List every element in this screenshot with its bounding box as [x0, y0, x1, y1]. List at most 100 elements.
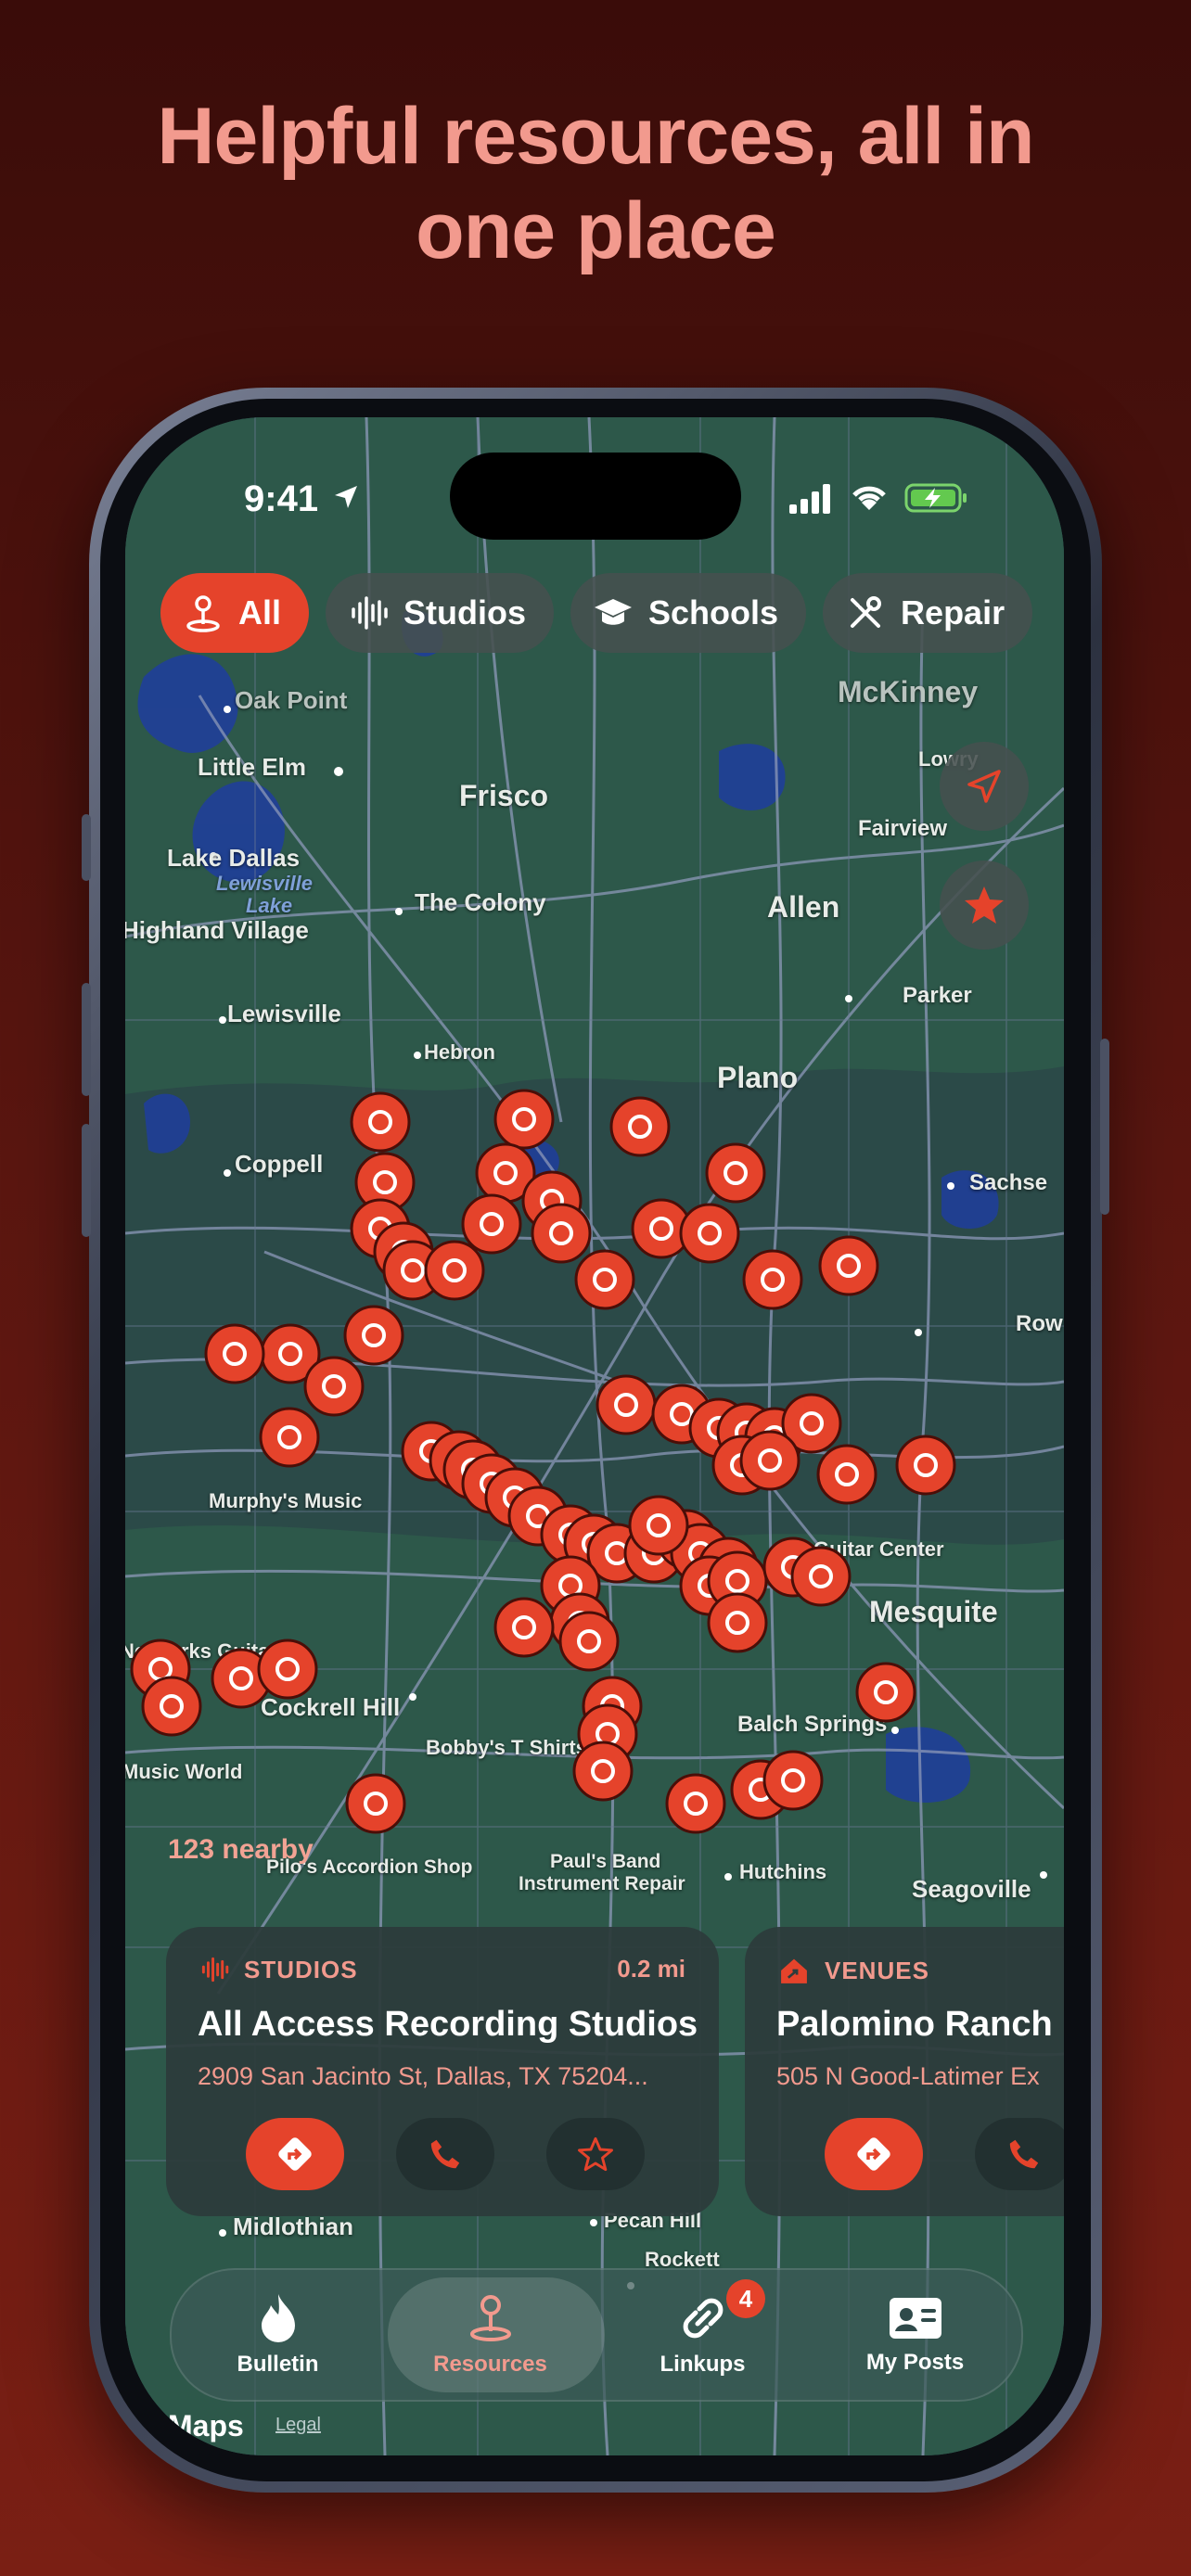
map-place-label: Coppell	[235, 1150, 324, 1178]
card-title: All Access Recording Studios	[198, 2005, 698, 2044]
map-place-label: Guitar Center	[813, 1537, 944, 1561]
tab-resources[interactable]: Resources	[384, 2270, 605, 2400]
link-icon	[683, 2298, 723, 2339]
tab-my-posts[interactable]: My Posts	[809, 2270, 1021, 2400]
map-place-label: Allen	[767, 890, 840, 924]
map-place-label: Bobby's T Shirts	[426, 1736, 587, 1759]
map-place-label: Paul's Band	[550, 1851, 661, 1872]
map-place-label: Mesquite	[869, 1595, 998, 1628]
flame-icon	[261, 2294, 295, 2342]
map-place-label: Little Elm	[198, 753, 307, 781]
filter-chip-label: All	[238, 593, 282, 631]
map-place-label: Lewisville	[227, 1000, 341, 1027]
map-place-label: Oak Point	[235, 686, 348, 714]
map-place-label: Hebron	[424, 1040, 495, 1064]
resource-card[interactable]: STUDIOS 0.2 mi All Access Recording Stud…	[166, 1927, 719, 2216]
favorites-button[interactable]	[940, 861, 1029, 950]
map-place-label: Seagoville	[912, 1875, 1031, 1903]
headline-line-2: one place	[416, 186, 776, 275]
tab-label: Bulletin	[237, 2352, 319, 2377]
tab-linkups[interactable]: Linkups 4	[596, 2270, 809, 2400]
directions-icon	[857, 2137, 890, 2171]
map-place-label: Hutchins	[739, 1860, 827, 1883]
map-place-label: McKinney	[838, 675, 979, 708]
tab-label: Linkups	[660, 2352, 746, 2377]
tab-bar: Bulletin Resources Linkups 4 My Posts	[170, 2268, 1023, 2402]
card-address: 505 N Good-Latimer Ex	[776, 2062, 1040, 2090]
card-address: 2909 San Jacinto St, Dallas, TX 75204...	[198, 2062, 648, 2090]
notification-badge: 4	[726, 2279, 765, 2318]
map-water-label: Lake	[246, 894, 293, 917]
filter-chip-label: Studios	[403, 593, 527, 631]
tab-label: My Posts	[865, 2350, 965, 2375]
favorite-button[interactable]	[546, 2118, 645, 2190]
filter-chip-label: Repair	[901, 593, 1005, 631]
battery-charging-icon	[904, 483, 967, 513]
phone-screen: Oak Point McKinney Little Elm Lowry Fris…	[125, 417, 1064, 2455]
filter-chip-label: Schools	[648, 593, 779, 631]
directions-button[interactable]	[246, 2118, 344, 2190]
recenter-location-button[interactable]	[940, 742, 1029, 831]
map-place-label: Networks Guitar	[125, 1639, 277, 1663]
phone-icon	[430, 2139, 460, 2169]
filter-chip-studios[interactable]: Studios	[326, 573, 555, 653]
filter-chip-bar: All Studios Schools Repair	[160, 573, 1033, 653]
card-distance: 0.2 mi	[617, 1955, 685, 1983]
wifi-icon	[852, 486, 886, 510]
map-place-label: Midlothian	[233, 2213, 353, 2240]
map-place-label: Parker	[903, 983, 972, 1008]
map-place-label: Murphy's Music	[209, 1489, 363, 1512]
phone-icon	[1009, 2139, 1039, 2169]
graduation-cap-icon	[595, 599, 633, 625]
map-place-label: The Colony	[415, 888, 546, 916]
tab-bulletin[interactable]: Bulletin	[172, 2270, 384, 2400]
directions-button[interactable]	[825, 2118, 923, 2190]
signal-icon	[789, 484, 830, 514]
id-card-icon	[889, 2298, 941, 2339]
headline: Helpful resources, all in one place	[0, 89, 1191, 278]
power-button	[1100, 1039, 1109, 1215]
card-actions	[246, 2118, 645, 2190]
map-water-label: Lewisville	[216, 872, 313, 895]
card-title: Palomino Ranch	[776, 2005, 1053, 2044]
card-category: VENUES	[778, 1955, 929, 1986]
filter-chip-schools[interactable]: Schools	[570, 573, 807, 653]
call-button[interactable]	[975, 2118, 1064, 2190]
map-place-label: Instrument Repair	[519, 1873, 685, 1894]
map-place-label: Highland Village	[125, 916, 309, 944]
waveform-icon	[352, 596, 388, 630]
star-icon	[965, 886, 1004, 924]
wrench-screwdriver-icon	[851, 596, 882, 628]
status-time: 9:41	[244, 478, 319, 519]
map-place-label: Plano	[717, 1061, 799, 1094]
pin-icon	[469, 2295, 511, 2341]
call-button[interactable]	[396, 2118, 494, 2190]
card-category-label: VENUES	[825, 1956, 929, 1984]
resource-card[interactable]: VENUES Palomino Ranch 505 N Good-Latimer…	[745, 1927, 1064, 2216]
card-actions	[825, 2118, 1064, 2190]
pin-icon	[186, 595, 220, 632]
filter-chip-repair[interactable]: Repair	[823, 573, 1033, 653]
action-button	[82, 814, 91, 881]
legal-link[interactable]: Legal	[275, 2415, 321, 2436]
map-place-label: Lake Dallas	[167, 844, 301, 872]
star-outline-icon	[578, 2136, 613, 2172]
map-place-label: Music World	[125, 1760, 243, 1783]
map-place-label: Row	[1016, 1311, 1063, 1336]
filter-chip-all[interactable]: All	[160, 573, 310, 653]
volume-down-button	[82, 1124, 91, 1237]
location-arrow-icon	[967, 770, 1001, 803]
dynamic-island	[450, 453, 741, 540]
headline-line-1: Helpful resources, all in	[157, 92, 1034, 181]
map-place-label: Cockrell Hill	[261, 1693, 401, 1721]
location-arrow-icon	[335, 486, 357, 508]
card-category-label: STUDIOS	[244, 1955, 358, 1983]
map-place-label: Frisco	[459, 779, 549, 812]
maps-attribution-logo: Maps	[168, 2409, 244, 2442]
map-place-label: Sachse	[969, 1170, 1048, 1195]
map-place-label: Balch Springs	[737, 1712, 888, 1737]
volume-up-button	[82, 983, 91, 1096]
house-icon	[781, 1958, 807, 1983]
nearby-count: 123 nearby	[168, 1834, 314, 1865]
map-place-label: Fairview	[858, 816, 948, 841]
